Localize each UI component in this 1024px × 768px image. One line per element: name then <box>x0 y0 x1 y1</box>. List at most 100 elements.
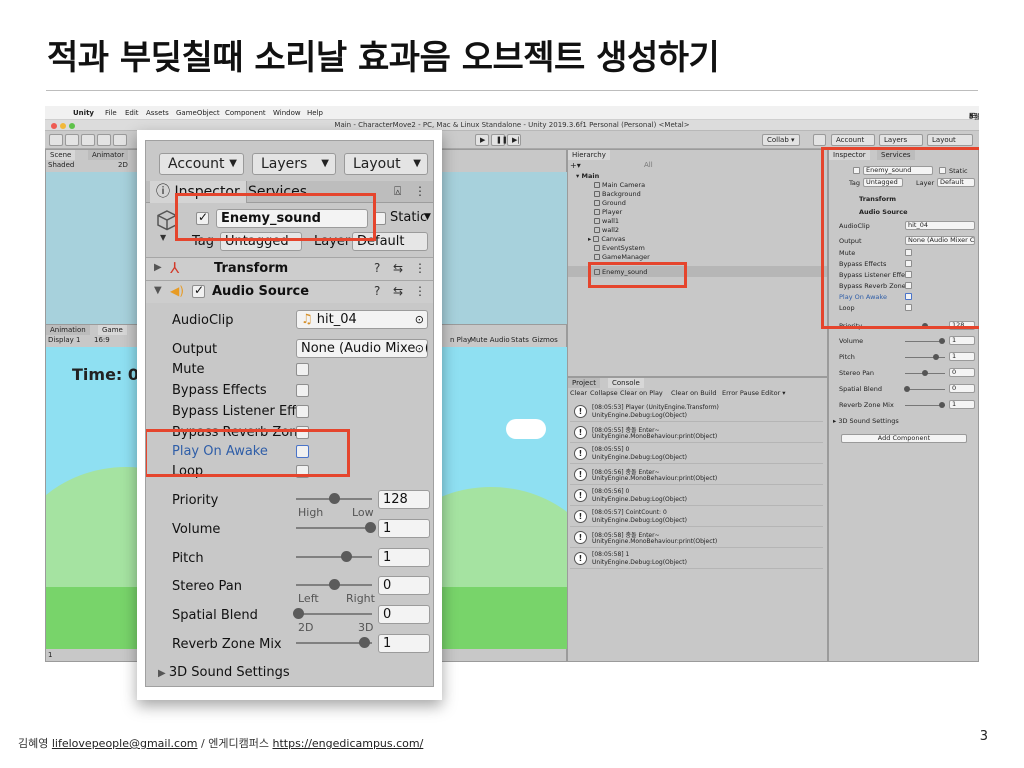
2d-toggle[interactable]: 2D <box>118 161 128 169</box>
account-dropdown-zoom[interactable]: Account ▼ <box>159 153 244 175</box>
stereo-pan-slider-knob-small[interactable] <box>922 370 928 376</box>
spatial-blend-value[interactable]: 0 <box>378 605 430 624</box>
hierarchy-search[interactable]: All <box>644 161 653 169</box>
console-clear-button[interactable]: Clear <box>570 389 587 397</box>
console-collapse-button[interactable]: Collapse <box>590 389 618 397</box>
spatial-blend-slider-small[interactable] <box>905 389 945 390</box>
presets-icon[interactable]: ⇆ <box>393 261 403 275</box>
object-picker-icon[interactable]: ⊙ <box>415 311 424 328</box>
output-field[interactable]: None (Audio Mixer (⊙ <box>296 339 428 358</box>
menu-gameobject[interactable]: GameObject <box>176 109 220 117</box>
mute-audio-toggle[interactable]: Mute Audio <box>470 336 510 344</box>
maximize-on-play-toggle[interactable]: n Play <box>450 336 471 344</box>
menu-help[interactable]: Help <box>307 109 323 117</box>
layers-dropdown-zoom[interactable]: Layers ▼ <box>252 153 336 175</box>
footer-url-link[interactable]: https://engedicampus.com/ <box>272 737 423 750</box>
console-error-pause-button[interactable]: Error Pause <box>722 389 759 397</box>
foldout-arrow-icon[interactable]: ▶ <box>154 262 162 273</box>
bypass-effects-checkbox[interactable] <box>296 384 309 397</box>
menu-file[interactable]: File <box>105 109 117 117</box>
lock-icon[interactable]: ⍓ <box>394 184 401 199</box>
gizmos-toggle[interactable]: Gizmos <box>532 336 558 344</box>
priority-slider-knob[interactable] <box>329 493 340 504</box>
help-icon[interactable]: ? <box>374 284 380 298</box>
pitch-value-small[interactable]: 1 <box>949 352 975 361</box>
stereo-pan-value[interactable]: 0 <box>378 576 430 595</box>
volume-value-small[interactable]: 1 <box>949 336 975 345</box>
spatial-blend-slider-knob-small[interactable] <box>904 386 910 392</box>
step-button[interactable]: ▶| <box>507 134 521 146</box>
object-picker-icon[interactable]: ⊙ <box>414 340 424 357</box>
audioclip-field[interactable]: ♫ hit_04 ⊙ <box>296 310 428 329</box>
menu-assets[interactable]: Assets <box>146 109 169 117</box>
menu-edit[interactable]: Edit <box>125 109 139 117</box>
foldout-arrow-icon[interactable]: ▼ <box>154 285 162 296</box>
layers-dropdown[interactable]: Layers <box>879 134 923 146</box>
more-options-icon[interactable]: ⋮ <box>414 184 426 198</box>
console-log-row[interactable]: ! [08:05:56] 0 UnityEngine.Debug:Log(Objec… <box>570 486 823 506</box>
rotate-tool-button[interactable] <box>81 134 95 146</box>
static-dropdown-arrow[interactable]: ▼ <box>424 212 431 222</box>
layout-dropdown-zoom[interactable]: Layout ▼ <box>344 153 428 175</box>
stereo-pan-value-small[interactable]: 0 <box>949 368 975 377</box>
pitch-slider-knob[interactable] <box>341 551 352 562</box>
hand-tool-button[interactable] <box>49 134 63 146</box>
console-log-row[interactable]: ! [08:05:55] 0 UnityEngine.Debug:Log(Objec… <box>570 444 823 464</box>
reverb-mix-value-small[interactable]: 1 <box>949 400 975 409</box>
aspect-select[interactable]: 16:9 <box>94 336 110 344</box>
volume-slider-knob-small[interactable] <box>939 338 945 344</box>
console-log-row[interactable]: ! [08:05:58] 1 UnityEngine.Debug:Log(Objec… <box>570 549 823 569</box>
hierarchy-item[interactable]: Background <box>594 190 641 198</box>
console-clear-on-build-button[interactable]: Clear on Build <box>671 389 717 397</box>
tab-project[interactable]: Project <box>568 378 600 388</box>
console-log-row[interactable]: ! [08:05:58] 충돌 Enter~ UnityEngine.MonoBeh… <box>570 528 823 548</box>
account-dropdown[interactable]: Account <box>831 134 875 146</box>
hierarchy-item[interactable]: Main Camera <box>594 181 645 189</box>
cloud-icon[interactable] <box>813 134 826 146</box>
reverb-mix-slider-knob[interactable] <box>359 637 370 648</box>
hierarchy-item[interactable]: GameManager <box>594 253 650 261</box>
more-options-icon[interactable]: ⋮ <box>414 284 426 298</box>
3d-sound-settings-small[interactable]: ▸ 3D Sound Settings <box>833 417 899 425</box>
volume-slider[interactable] <box>296 527 372 529</box>
presets-icon[interactable]: ⇆ <box>393 284 403 298</box>
3d-sound-settings-foldout[interactable]: ▶ 3D Sound Settings <box>158 665 290 680</box>
spatial-blend-slider[interactable] <box>296 613 372 615</box>
console-log-row[interactable]: ! [08:05:56] 충돌 Enter~ UnityEngine.MonoBeh… <box>570 465 823 485</box>
menu-component[interactable]: Component <box>225 109 266 117</box>
pause-button[interactable]: ❚❚ <box>491 134 508 146</box>
reverb-mix-slider-knob-small[interactable] <box>939 402 945 408</box>
tab-game[interactable]: Game <box>98 325 127 335</box>
hierarchy-item[interactable]: EventSystem <box>594 244 645 252</box>
console-clear-on-play-button[interactable]: Clear on Play <box>620 389 663 397</box>
stats-toggle[interactable]: Stats <box>511 336 529 344</box>
control-center-icon[interactable]: ☰ <box>969 112 975 120</box>
scene-root[interactable]: ▾ Main <box>576 172 599 180</box>
tab-animation[interactable]: Animation <box>46 325 90 335</box>
display-select[interactable]: Display 1 <box>48 336 80 344</box>
hierarchy-item[interactable]: wall2 <box>594 226 619 234</box>
add-component-button[interactable]: Add Component <box>841 434 967 443</box>
pitch-slider[interactable] <box>296 556 372 558</box>
audio-source-enabled-checkbox[interactable]: ✓ <box>192 283 205 298</box>
hierarchy-item[interactable]: wall1 <box>594 217 619 225</box>
mute-checkbox[interactable] <box>296 363 309 376</box>
stereo-pan-slider-knob[interactable] <box>329 579 340 590</box>
bypass-listener-checkbox[interactable] <box>296 405 309 418</box>
shading-mode[interactable]: Shaded <box>48 161 74 169</box>
collab-button[interactable]: Collab ▾ <box>762 134 800 146</box>
console-editor-dropdown[interactable]: Editor ▾ <box>761 389 786 397</box>
spatial-blend-slider-knob[interactable] <box>293 608 304 619</box>
tab-console[interactable]: Console <box>608 378 644 388</box>
hierarchy-item[interactable]: ▸ Canvas <box>588 235 625 243</box>
move-tool-button[interactable] <box>65 134 79 146</box>
audio-source-component-header[interactable]: ▼ ◀) ✓ Audio Source ? ⇆ ⋮ <box>146 281 433 303</box>
more-options-icon[interactable]: ⋮ <box>414 261 426 275</box>
tab-hierarchy[interactable]: Hierarchy <box>568 150 610 160</box>
create-button[interactable]: +▾ <box>570 161 581 170</box>
pitch-value[interactable]: 1 <box>378 548 430 567</box>
tab-scene[interactable]: Scene <box>46 150 76 160</box>
pitch-slider-small[interactable] <box>905 357 945 358</box>
priority-value[interactable]: 128 <box>378 490 430 509</box>
hierarchy-item[interactable]: Player <box>594 208 622 216</box>
